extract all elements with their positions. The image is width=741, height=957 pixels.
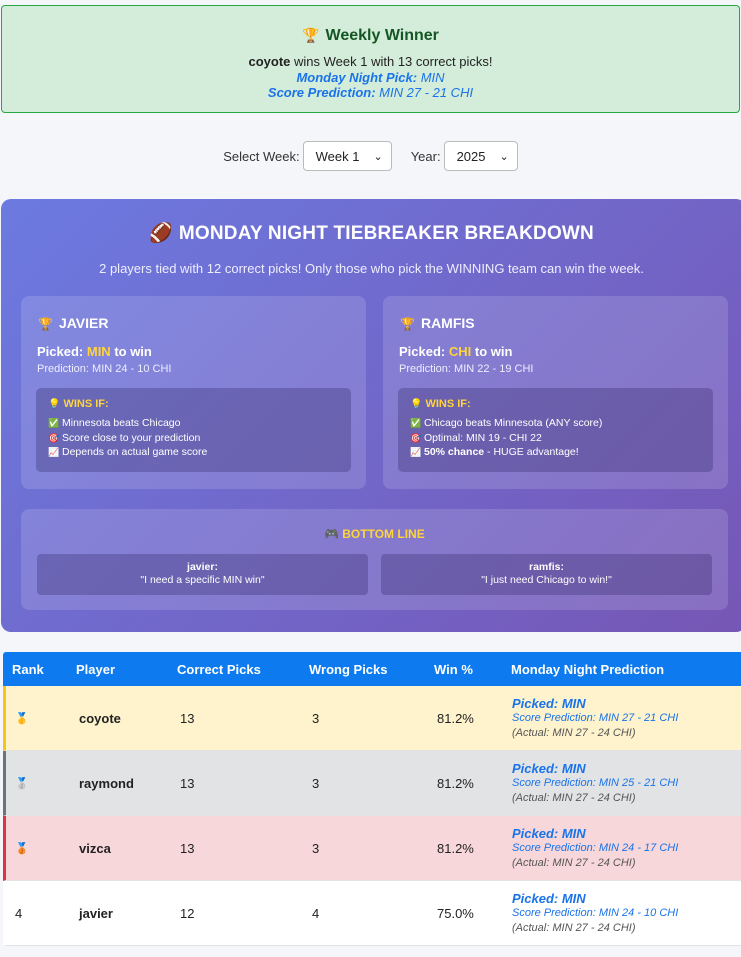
tiebreaker-subtitle: 2 players tied with 12 correct picks! On… (99, 261, 644, 276)
header-wrong-picks: Wrong Picks (309, 662, 388, 677)
monday-prediction: Picked: MIN Score Prediction: MIN 24 - 1… (512, 891, 679, 934)
quote-javier: javier: "I need a specific MIN win" (37, 554, 368, 595)
chart-icon: 📈 (48, 447, 60, 457)
gold-medal-icon: 🥇 (15, 713, 29, 725)
player-card-javier: 🏆 JAVIER Picked: MIN to win Prediction: M… (21, 296, 366, 489)
wins-if-item: 🎯 Score close to your prediction (48, 431, 201, 444)
card-prediction: Prediction: MIN 24 - 10 CHI (37, 363, 172, 375)
player-name: raymond (79, 776, 134, 791)
wins-if-item: ✅ Minnesota beats Chicago (48, 417, 181, 429)
correct-picks: 13 (180, 711, 195, 726)
wins-if-box: 💡 WINS IF: ✅ Minnesota beats Chicago 🎯 Scor… (36, 388, 351, 472)
correct-picks: 12 (180, 906, 195, 921)
trophy-icon: 🏆 (302, 27, 320, 43)
football-icon: 🏈 (149, 223, 173, 244)
quote-ramfis: ramfis: "I just need Chicago to win!" (381, 554, 712, 595)
winner-monday-pick: Monday Night Pick: MIN (296, 70, 445, 85)
table-row: 4 javier 12 4 75.0% Picked: MIN Score Pr… (3, 881, 741, 946)
lightbulb-icon: 💡 (410, 399, 423, 410)
week-label: Select Week: (223, 148, 300, 164)
wrong-picks: 4 (312, 906, 320, 921)
target-icon: 🎯 (410, 432, 422, 443)
bottom-line-box: 🎮 BOTTOM LINE javier: "I need a specific M… (21, 509, 728, 610)
tiebreaker-title: 🏈 MONDAY NIGHT TIEBREAKER BREAKDOWN (149, 223, 594, 244)
table-row: 🥉 vizca 13 3 81.2% Picked: MIN Score Pre… (3, 816, 741, 881)
header-monday-prediction: Monday Night Prediction (511, 662, 665, 677)
monday-prediction: Picked: MIN Score Prediction: MIN 25 - 2… (512, 761, 679, 804)
year-label: Year: (410, 148, 441, 164)
correct-picks: 13 (180, 776, 195, 791)
card-picked: Picked: MIN to win (37, 344, 152, 359)
tiebreaker-panel: 🏈 MONDAY NIGHT TIEBREAKER BREAKDOWN 2 pla… (1, 199, 741, 632)
card-player-name: JAVIER (58, 315, 109, 331)
rank: 4 (15, 906, 23, 921)
win-pct: 75.0% (437, 906, 474, 921)
chevron-down-icon: ⌄ (499, 150, 509, 163)
header-correct-picks: Correct Picks (177, 662, 261, 677)
wins-if-box: 💡 WINS IF: ✅ Chicago beats Minnesota (ANY … (398, 388, 713, 472)
winner-player: coyote (248, 54, 291, 69)
win-pct: 81.2% (437, 776, 474, 791)
bronze-medal-icon: 🥉 (15, 843, 29, 855)
weekly-winner-banner: 🏆 Weekly Winner coyote wins Week 1 with 1… (1, 5, 740, 113)
week-select[interactable]: Week 1 ⌄ (302, 141, 392, 171)
wins-if-item: 📈 50% chance - HUGE advantage! (410, 446, 579, 458)
winner-summary: coyote wins Week 1 with 13 correct picks… (248, 54, 493, 69)
player-name: javier (79, 906, 113, 921)
table-row: 🥇 coyote 13 3 81.2% Picked: MIN Score Pr… (3, 686, 741, 751)
wrong-picks: 3 (312, 776, 320, 791)
bottom-line-title: 🎮 BOTTOM LINE (324, 527, 425, 541)
wins-if-item: 🎯 Optimal: MIN 19 - CHI 22 (410, 431, 542, 444)
chart-icon: 📈 (410, 447, 422, 457)
card-player-name: RAMFIS (420, 315, 475, 331)
winner-title: 🏆 Weekly Winner (302, 27, 439, 44)
table-row: 🥈 raymond 13 3 81.2% Picked: MIN Score P… (3, 751, 741, 816)
target-icon: 🎯 (48, 432, 60, 443)
lightbulb-icon: 💡 (48, 399, 61, 410)
win-pct: 81.2% (437, 711, 474, 726)
wrong-picks: 3 (312, 711, 320, 726)
year-select[interactable]: 2025 ⌄ (443, 141, 518, 171)
wins-if-item: 📈 Depends on actual game score (48, 446, 208, 458)
player-card-ramfis: 🏆 RAMFIS Picked: CHI to win Prediction: M… (383, 296, 728, 489)
table-header: Rank Player Correct Picks Wrong Picks Wi… (3, 652, 741, 686)
trophy-icon: 🏆 (400, 317, 415, 331)
winner-score-prediction: Score Prediction: MIN 27 - 21 CHI (267, 85, 474, 100)
chevron-down-icon: ⌄ (373, 150, 383, 163)
header-player: Player (76, 662, 116, 677)
gamepad-icon: 🎮 (324, 527, 340, 541)
trophy-icon: 🏆 (38, 317, 53, 331)
header-rank: Rank (12, 662, 44, 677)
check-icon: ✅ (48, 418, 60, 428)
wins-if-item: ✅ Chicago beats Minnesota (ANY score) (410, 417, 603, 429)
wrong-picks: 3 (312, 841, 320, 856)
header-win-pct: Win % (434, 662, 473, 677)
monday-prediction: Picked: MIN Score Prediction: MIN 24 - 1… (512, 826, 679, 869)
week-year-selectors: Select Week: Week 1 ⌄ Year: 2025 ⌄ (0, 140, 741, 172)
player-name: coyote (79, 711, 121, 726)
correct-picks: 13 (180, 841, 195, 856)
check-icon: ✅ (410, 418, 422, 428)
monday-prediction: Picked: MIN Score Prediction: MIN 27 - 2… (512, 696, 679, 739)
card-picked: Picked: CHI to win (399, 344, 513, 359)
win-pct: 81.2% (437, 841, 474, 856)
card-prediction: Prediction: MIN 22 - 19 CHI (399, 363, 534, 375)
player-name: vizca (79, 841, 111, 856)
standings-table: Rank Player Correct Picks Wrong Picks Wi… (3, 652, 741, 946)
silver-medal-icon: 🥈 (15, 778, 29, 790)
